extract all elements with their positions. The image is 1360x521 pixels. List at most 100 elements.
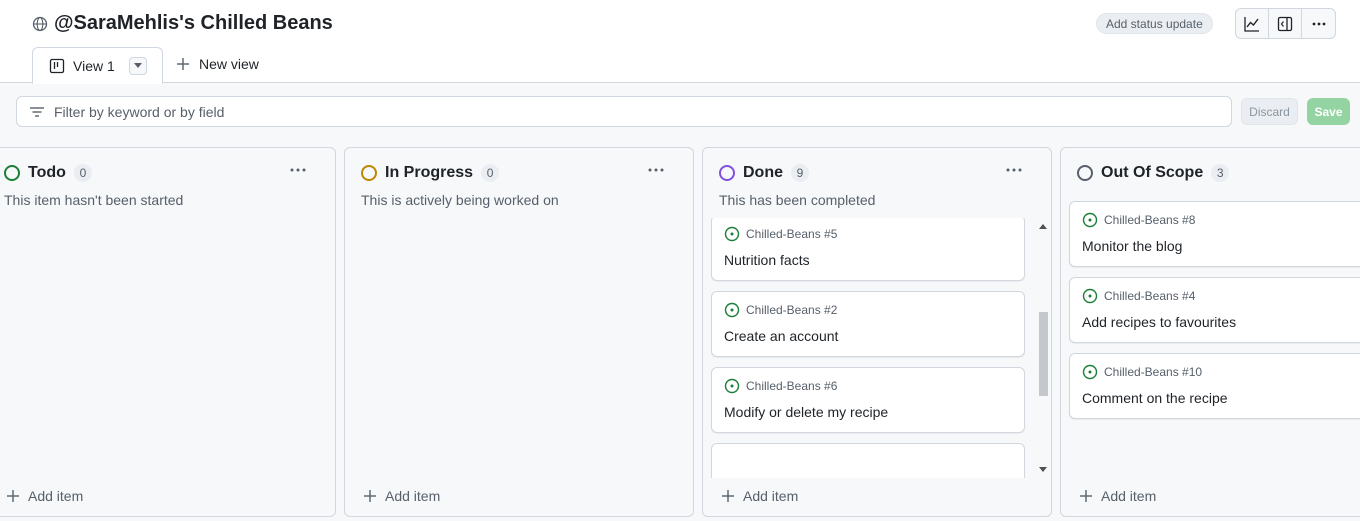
tab-options-button[interactable] [128, 56, 147, 75]
issue-opened-icon [1082, 288, 1098, 304]
tab-view-1[interactable]: View 1 [32, 47, 163, 84]
filter-placeholder: Filter by keyword or by field [54, 103, 225, 120]
issue-card[interactable]: Chilled-Beans #8 Monitor the blog [1069, 201, 1360, 267]
issue-opened-icon [1082, 212, 1098, 228]
card-title[interactable]: Create an account [724, 328, 838, 344]
insights-button[interactable] [1236, 9, 1269, 38]
header-actions [1235, 8, 1336, 39]
issue-card[interactable] [711, 443, 1025, 478]
scroll-down-arrow[interactable] [1039, 467, 1047, 472]
add-item-label: Add item [385, 488, 441, 504]
scroll-up-arrow[interactable] [1039, 224, 1047, 229]
issue-card[interactable]: Chilled-Beans #10 Comment on the recipe [1069, 353, 1360, 419]
column-header: Done 9 [719, 164, 809, 182]
column-done: Done 9 This has been completed Chilled-B… [702, 147, 1052, 517]
card-ref: Chilled-Beans #2 [746, 303, 838, 317]
tab-label: View 1 [73, 57, 115, 74]
kebab-menu-icon [648, 168, 664, 172]
plus-icon [1080, 490, 1092, 502]
sidepanel-button[interactable] [1269, 9, 1302, 38]
globe-icon [32, 16, 48, 31]
column-title: Todo [28, 164, 66, 181]
card-meta: Chilled-Beans #4 [1082, 288, 1195, 304]
plus-icon [7, 490, 19, 502]
card-title[interactable]: Comment on the recipe [1082, 390, 1228, 406]
add-item-button[interactable]: Add item [1080, 488, 1156, 504]
item-count-badge: 9 [791, 164, 809, 182]
add-item-button[interactable]: Add item [7, 488, 83, 504]
issue-opened-icon [1082, 364, 1098, 380]
project-title-row: @SaraMehlis's Chilled Beans [32, 12, 333, 35]
filter-icon [30, 106, 44, 117]
card-ref: Chilled-Beans #10 [1104, 365, 1203, 379]
add-item-button[interactable]: Add item [364, 488, 440, 504]
issue-card[interactable]: Chilled-Beans #6 Modify or delete my rec… [711, 367, 1025, 433]
issue-opened-icon [724, 302, 740, 318]
plus-icon [364, 490, 376, 502]
add-item-label: Add item [28, 488, 84, 504]
item-count-badge: 3 [1211, 164, 1230, 182]
item-count-badge: 0 [73, 164, 92, 182]
card-ref: Chilled-Beans #5 [746, 227, 838, 241]
issue-opened-icon [724, 378, 740, 394]
column-header: Out Of Scope 3 [1077, 164, 1230, 182]
issue-card[interactable]: Chilled-Beans #5 Nutrition facts [711, 218, 1025, 281]
card-meta: Chilled-Beans #10 [1082, 364, 1202, 380]
column-out-of-scope: Out Of Scope 3 Chilled-Beans #8 Monitor … [1060, 147, 1360, 517]
out-of-scope-status-icon [1077, 165, 1093, 181]
card-meta: Chilled-Beans #2 [724, 302, 837, 318]
in-progress-status-icon [361, 165, 377, 181]
card-meta: Chilled-Beans #6 [724, 378, 837, 394]
column-in-progress: In Progress 0 This is actively being wor… [344, 147, 694, 517]
scrollbar-thumb[interactable] [1039, 312, 1048, 396]
column-title: In Progress [385, 164, 474, 181]
card-list: Chilled-Beans #5 Nutrition facts Chilled… [703, 218, 1037, 478]
issue-card[interactable]: Chilled-Beans #4 Add recipes to favourit… [1069, 277, 1360, 343]
add-item-button[interactable]: Add item [722, 488, 798, 504]
plus-icon [722, 490, 734, 502]
insights-icon [1244, 16, 1259, 32]
kebab-menu-icon [1006, 168, 1022, 172]
card-title[interactable]: Nutrition facts [724, 252, 810, 268]
todo-status-icon [4, 165, 20, 181]
card-title[interactable]: Monitor the blog [1082, 238, 1182, 254]
board-view-icon [49, 58, 65, 73]
column-description: This is actively being worked on [361, 192, 559, 208]
column-menu-button[interactable] [1005, 162, 1023, 183]
item-count-badge: 0 [481, 164, 500, 182]
save-button[interactable]: Save [1307, 98, 1350, 125]
card-title[interactable]: Modify or delete my recipe [724, 404, 888, 420]
add-item-label: Add item [743, 488, 799, 504]
column-header: In Progress 0 [361, 164, 500, 182]
column-title: Out Of Scope [1101, 164, 1204, 181]
card-title[interactable]: Add recipes to favourites [1082, 314, 1236, 330]
plus-icon [177, 58, 189, 70]
project-header: @SaraMehlis's Chilled Beans Add status u… [0, 0, 1360, 84]
column-title: Done [743, 164, 783, 181]
issue-card[interactable]: Chilled-Beans #2 Create an account [711, 291, 1025, 357]
new-view-button[interactable]: New view [176, 56, 259, 72]
column-menu-button[interactable] [289, 162, 307, 183]
filter-input[interactable]: Filter by keyword or by field [16, 96, 1232, 127]
card-meta: Chilled-Beans #8 [1082, 212, 1195, 228]
add-item-label: Add item [1101, 488, 1157, 504]
card-ref: Chilled-Beans #6 [746, 379, 838, 393]
sidepanel-icon [1277, 16, 1293, 31]
discard-button[interactable]: Discard [1241, 98, 1298, 125]
column-description: This item hasn't been started [4, 192, 184, 208]
card-ref: Chilled-Beans #4 [1104, 289, 1196, 303]
project-title: @SaraMehlis's Chilled Beans [54, 12, 333, 34]
column-description: This has been completed [719, 192, 876, 208]
card-meta: Chilled-Beans #5 [724, 226, 837, 242]
column-header: Todo 0 [4, 164, 92, 182]
kebab-menu-icon [1312, 22, 1325, 25]
column-todo: Todo 0 This item hasn't been started Add… [0, 147, 336, 517]
done-status-icon [719, 165, 735, 181]
triangle-down-icon [133, 62, 142, 68]
kebab-menu-icon [290, 168, 306, 172]
card-ref: Chilled-Beans #8 [1104, 213, 1196, 227]
column-menu-button[interactable] [647, 162, 665, 183]
scrollbar[interactable] [1037, 218, 1049, 478]
more-options-button[interactable] [1302, 9, 1335, 38]
add-status-update-button[interactable]: Add status update [1096, 13, 1213, 34]
